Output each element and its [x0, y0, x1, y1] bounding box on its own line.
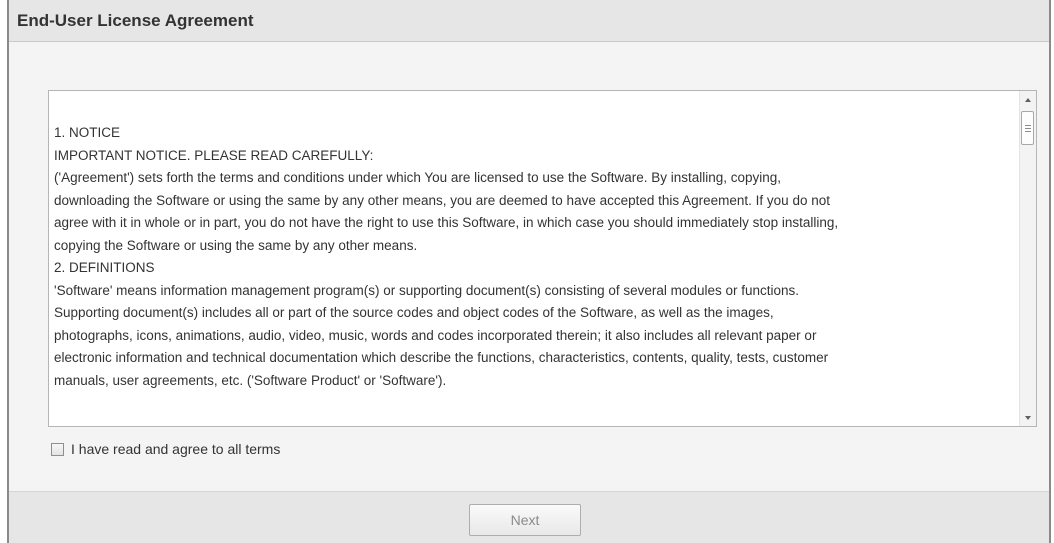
- title-bar: End-User License Agreement: [9, 0, 1049, 42]
- agree-row: I have read and agree to all terms: [51, 439, 280, 459]
- agree-label[interactable]: I have read and agree to all terms: [71, 441, 280, 457]
- grip-line-icon: [1024, 127, 1031, 129]
- arrow-up-icon: [1025, 97, 1031, 102]
- agreement-line: 2. DEFINITIONS: [54, 260, 155, 275]
- vertical-scrollbar[interactable]: [1019, 91, 1036, 426]
- agreement-text: 1. NOTICE IMPORTANT NOTICE. PLEASE READ …: [54, 122, 1009, 392]
- scroll-thumb[interactable]: [1021, 111, 1034, 145]
- agreement-line: IMPORTANT NOTICE. PLEASE READ CAREFULLY:: [54, 147, 374, 163]
- agreement-line: 'Software' means information management …: [54, 282, 799, 298]
- window-title: End-User License Agreement: [17, 11, 254, 30]
- agreement-line: Supporting document(s) includes all or p…: [54, 305, 774, 320]
- footer-bar: Next: [9, 491, 1049, 543]
- content-area: 1. NOTICE IMPORTANT NOTICE. PLEASE READ …: [9, 42, 1049, 491]
- eula-window: End-User License Agreement 1. NOTICE IMP…: [7, 0, 1051, 543]
- agreement-line: copying the Software or using the same b…: [54, 237, 418, 253]
- agreement-textbox[interactable]: 1. NOTICE IMPORTANT NOTICE. PLEASE READ …: [48, 90, 1037, 427]
- agreement-line: electronic information and technical doc…: [54, 350, 829, 365]
- grip-line-icon: [1024, 124, 1031, 126]
- scroll-down-button[interactable]: [1020, 409, 1036, 426]
- agreement-line: 1. NOTICE: [54, 125, 121, 140]
- next-button[interactable]: Next: [469, 504, 581, 536]
- agreement-line: manuals, user agreements, etc. ('Softwar…: [54, 372, 447, 388]
- agreement-line: photographs, icons, animations, audio, v…: [54, 327, 817, 343]
- arrow-down-icon: [1025, 415, 1031, 420]
- grip-line-icon: [1024, 130, 1031, 132]
- agreement-line: agree with it in whole or in part, you d…: [54, 215, 839, 230]
- agreement-line: downloading the Software or using the sa…: [54, 192, 830, 208]
- scroll-up-button[interactable]: [1020, 91, 1036, 108]
- agree-checkbox[interactable]: [51, 442, 64, 456]
- agreement-line: ('Agreement') sets forth the terms and c…: [54, 170, 782, 185]
